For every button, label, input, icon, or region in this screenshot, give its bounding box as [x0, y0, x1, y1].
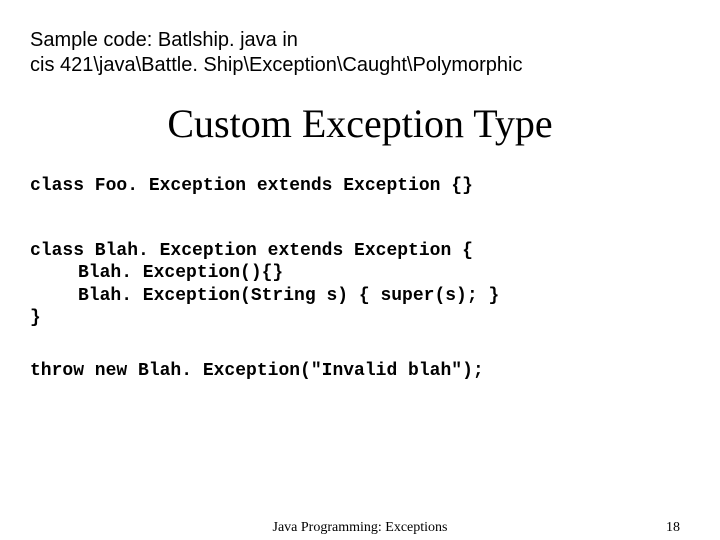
footer-center-text: Java Programming: Exceptions [273, 520, 448, 536]
header-line-2: cis 421\java\Battle. Ship\Exception\Caug… [30, 53, 690, 78]
footer-page-number: 18 [666, 520, 680, 536]
header-line-1: Sample code: Batlship. java in [30, 28, 690, 53]
code-area: class Foo. Exception extends Exception {… [0, 175, 720, 382]
code-line: } [30, 307, 690, 330]
code-line: class Blah. Exception extends Exception … [30, 240, 690, 263]
code-line: Blah. Exception(){} [30, 262, 690, 285]
code-line: class Foo. Exception extends Exception {… [30, 175, 690, 198]
sample-code-header: Sample code: Batlship. java in cis 421\j… [0, 0, 720, 78]
code-line: Blah. Exception(String s) { super(s); } [30, 285, 690, 308]
slide-title: Custom Exception Type [0, 100, 720, 147]
code-line: throw new Blah. Exception("Invalid blah"… [30, 360, 690, 383]
